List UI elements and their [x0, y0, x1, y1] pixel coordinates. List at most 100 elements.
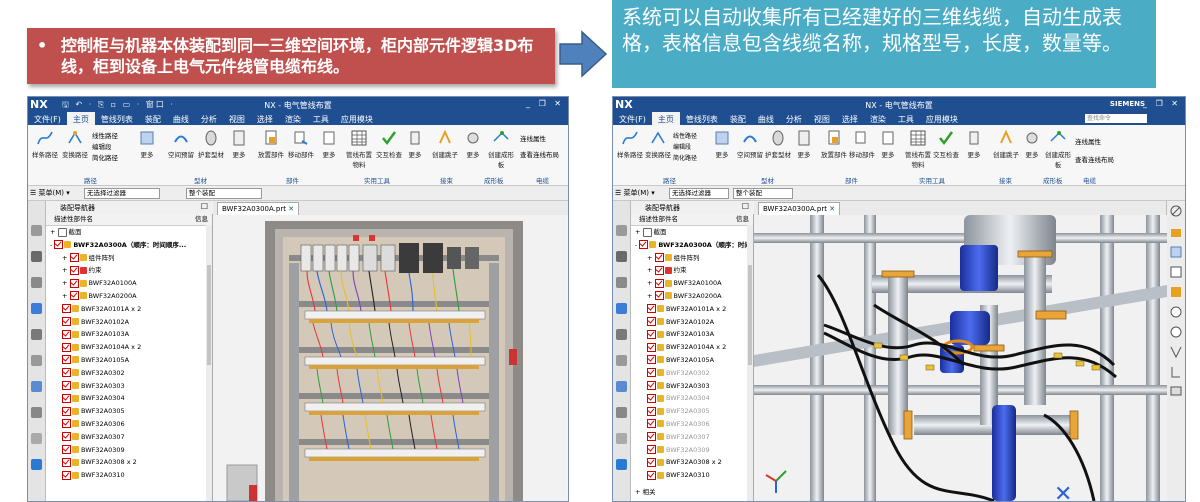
linear-path-button[interactable]: 线性路径	[92, 131, 118, 142]
tree-item[interactable]: BWF32A0302	[631, 367, 753, 380]
web-browser-icon[interactable]	[31, 355, 42, 366]
tree-item[interactable]: BWF32A0105A	[631, 354, 753, 367]
menu-item[interactable]: 工具	[307, 112, 335, 125]
tree-item[interactable]: BWF32A0307	[631, 431, 753, 444]
visibility-checkbox[interactable]	[62, 381, 71, 391]
constraint-navigator-icon[interactable]	[616, 277, 627, 288]
tree-item[interactable]: BWF32A0310	[631, 469, 753, 482]
simplify-path-button[interactable]: 简化路径	[92, 153, 118, 164]
menu-button[interactable]: ☰ 菜单(M) ▾	[30, 188, 70, 198]
menu-item[interactable]: 渲染	[279, 112, 307, 125]
menu-item[interactable]: 装配	[139, 112, 167, 125]
system-materials-icon[interactable]	[31, 459, 42, 470]
visibility-checkbox[interactable]	[62, 355, 71, 365]
menu-item[interactable]: 工具	[892, 112, 920, 125]
assembly-more-button[interactable]: 更多	[873, 129, 903, 159]
process-studio-icon[interactable]	[616, 407, 627, 418]
spline-path-button[interactable]: 样条路径	[615, 129, 645, 159]
menu-item[interactable]: 主页	[66, 112, 95, 125]
tree-item[interactable]: + 截面	[46, 226, 212, 239]
tab-bwf32a0300a[interactable]: BWF32A0300A.prt ✕	[758, 202, 841, 215]
visibility-checkbox[interactable]	[647, 419, 656, 429]
space-reserve-button[interactable]: 空间预留	[735, 129, 765, 159]
visibility-checkbox[interactable]	[62, 304, 71, 314]
path-more-button[interactable]: 更多	[707, 129, 737, 159]
scrollbar-thumb[interactable]	[748, 265, 752, 365]
command-search-input[interactable]: 查找命令	[1085, 114, 1147, 123]
tree-item[interactable]: BWF32A0308 x 2	[631, 456, 753, 469]
part-navigator-icon[interactable]	[616, 225, 627, 236]
tree-item[interactable]: BWF32A0102A	[46, 316, 212, 329]
move-part-button[interactable]: 移动部件	[286, 129, 316, 159]
path-more-button[interactable]: 更多	[132, 129, 162, 159]
tree-item[interactable]: BWF32A0303	[631, 380, 753, 393]
tree-item[interactable]: BWF32A0104A x 2	[631, 341, 753, 354]
tree-item[interactable]: BWF32A0310	[46, 469, 212, 482]
view-wire-layout-button[interactable]: 查看连线布局	[1075, 151, 1114, 169]
simplify-path-button[interactable]: 简化路径	[673, 153, 697, 164]
visibility-checkbox[interactable]	[647, 329, 656, 339]
tree-item[interactable]: BWF32A0302	[46, 367, 212, 380]
visibility-checkbox[interactable]	[647, 368, 656, 378]
history-icon[interactable]	[31, 381, 42, 392]
menu-button[interactable]: ☰ 菜单(M) ▾	[615, 188, 655, 198]
visibility-checkbox[interactable]	[62, 329, 71, 339]
tree-item[interactable]: BWF32A0103A	[46, 328, 212, 341]
space-reserve-button[interactable]: 空间预留	[166, 129, 196, 159]
part-more-button[interactable]: 更多	[789, 129, 819, 159]
system-materials-icon[interactable]	[616, 459, 627, 470]
assembly-navigator-icon[interactable]	[31, 251, 42, 262]
menu-item[interactable]: 管线列表	[95, 112, 139, 125]
visibility-checkbox[interactable]	[69, 291, 79, 301]
visibility-checkbox[interactable]	[62, 317, 71, 327]
menu-item[interactable]: 渲染	[864, 112, 892, 125]
tree-item[interactable]: - BWF32A0300A（顺序：时间顺序...	[46, 239, 212, 252]
tree-item[interactable]: BWF32A0304	[631, 392, 753, 405]
menu-item[interactable]: 文件(F)	[28, 112, 67, 125]
selection-filter-dropdown[interactable]: 无选择过滤器	[669, 188, 729, 199]
menu-item[interactable]: 分析	[780, 112, 808, 125]
tree-item[interactable]: + BWF32A0100A	[631, 277, 753, 290]
tree-item[interactable]: + 约束	[631, 264, 753, 277]
visibility-checkbox[interactable]	[639, 240, 649, 250]
selection-scope-dropdown[interactable]: 整个装配	[733, 188, 793, 199]
column-info[interactable]: 信息	[195, 214, 208, 225]
visibility-checkbox[interactable]	[69, 265, 79, 275]
connect-more-button[interactable]: 更多	[458, 129, 488, 159]
visibility-checkbox[interactable]	[69, 253, 79, 263]
menu-item[interactable]: 视图	[808, 112, 836, 125]
tree-item[interactable]: + 截面	[631, 226, 753, 239]
routing-bom-button[interactable]: 管线布置物料	[344, 129, 374, 169]
menu-item[interactable]: 视图	[223, 112, 251, 125]
create-formboard-button[interactable]: 创建成形板	[1043, 129, 1073, 169]
maximize-icon[interactable]: ☐	[742, 202, 749, 211]
part-more-button[interactable]: 更多	[224, 129, 254, 159]
visibility-checkbox[interactable]	[654, 265, 664, 275]
menu-item[interactable]: 应用模块	[335, 112, 379, 125]
assembly-navigator-icon[interactable]	[616, 251, 627, 262]
tree-item[interactable]: + 组件阵列	[631, 252, 753, 265]
tree-item[interactable]: + BWF32A0100A	[46, 277, 212, 290]
visibility-checkbox[interactable]	[647, 355, 656, 365]
graphics-viewport-cabinet[interactable]	[213, 215, 568, 501]
tree-item[interactable]: BWF32A0305	[631, 405, 753, 418]
history-icon[interactable]	[616, 381, 627, 392]
visibility-checkbox[interactable]	[647, 457, 656, 467]
column-name[interactable]: 描述性部件名	[639, 214, 678, 225]
spline-path-button[interactable]: 样条路径	[30, 129, 60, 159]
menu-item[interactable]: 文件(F)	[613, 112, 652, 125]
interaction-check-button[interactable]: 交互检查	[931, 129, 961, 159]
tree-item[interactable]: BWF32A0308 x 2	[46, 456, 212, 469]
close-icon[interactable]: ✕	[829, 205, 835, 213]
related-section[interactable]: + 相关	[635, 486, 656, 499]
menu-item[interactable]: 选择	[836, 112, 864, 125]
visibility-checkbox[interactable]	[69, 278, 79, 288]
place-part-button[interactable]: 放置部件	[256, 129, 286, 159]
menu-item[interactable]: 装配	[724, 112, 752, 125]
wire-attribute-button[interactable]: 连线属性	[520, 131, 559, 147]
reuse-library-icon[interactable]	[616, 303, 627, 314]
visibility-checkbox[interactable]	[62, 432, 71, 442]
scrollbar-thumb[interactable]	[207, 265, 211, 365]
window-controls[interactable]: _ ❐ ✕	[526, 99, 564, 108]
visibility-checkbox[interactable]	[647, 393, 656, 403]
